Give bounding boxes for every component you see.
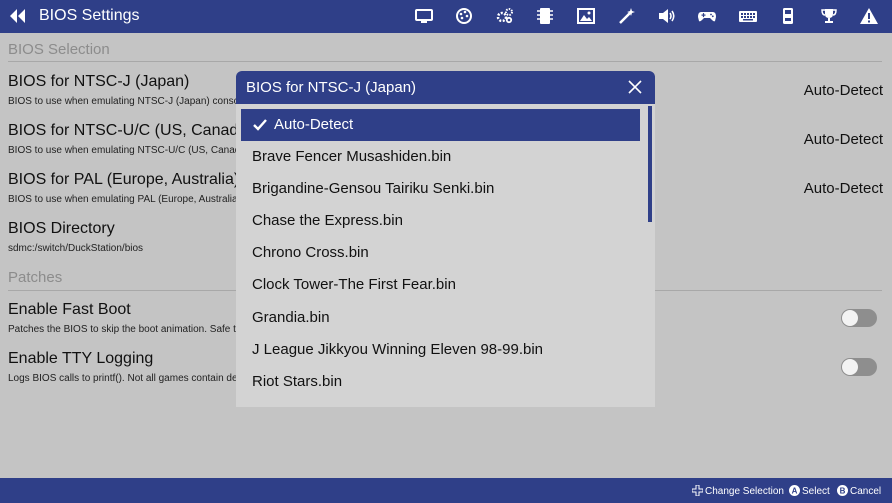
- setting-title: BIOS for PAL (Europe, Australia): [8, 171, 240, 188]
- option-item[interactable]: Chase the Express.bin: [241, 205, 640, 237]
- magic-wand-icon[interactable]: [617, 6, 637, 26]
- option-item[interactable]: Brigandine-Gensou Tairiku Senki.bin: [241, 173, 640, 205]
- section-header-bios-selection: BIOS Selection: [8, 41, 110, 58]
- option-item[interactable]: Brave Fencer Musashiden.bin: [241, 141, 640, 173]
- svg-text:A: A: [792, 486, 798, 495]
- hint-label: Change Selection: [705, 486, 784, 497]
- option-label: Chase the Express.bin: [252, 212, 403, 229]
- setting-title: BIOS Directory: [8, 220, 115, 237]
- section-divider: [8, 61, 882, 62]
- fast-boot-toggle[interactable]: [841, 309, 877, 327]
- setting-title: Enable Fast Boot: [8, 301, 131, 318]
- option-label: Chrono Cross.bin: [252, 244, 369, 261]
- gears-icon[interactable]: [495, 6, 515, 26]
- svg-text:B: B: [840, 486, 846, 495]
- chip-icon[interactable]: [535, 6, 555, 26]
- option-label: Brave Fencer Musashiden.bin: [252, 148, 452, 165]
- option-label: Brigandine-Gensou Tairiku Senki.bin: [252, 180, 495, 197]
- warning-icon[interactable]: [859, 6, 879, 26]
- footer-bar: Change Selection A Select B Cancel: [0, 478, 892, 503]
- trophy-icon[interactable]: [819, 6, 839, 26]
- section-header-patches: Patches: [8, 269, 63, 286]
- header-bar: BIOS Settings: [0, 0, 892, 33]
- hint-label: Cancel: [850, 486, 882, 497]
- keyboard-icon[interactable]: [738, 6, 758, 26]
- gamepad-icon[interactable]: [697, 6, 717, 26]
- option-label: Grandia.bin: [252, 309, 330, 326]
- setting-value: Auto-Detect: [803, 82, 883, 99]
- dialog-title: BIOS for NTSC-J (Japan): [246, 79, 417, 96]
- option-label: Clock Tower-The First Fear.bin: [252, 276, 456, 293]
- hint-label: Select: [802, 486, 830, 497]
- image-icon[interactable]: [576, 6, 596, 26]
- setting-value: Auto-Detect: [803, 131, 883, 148]
- speaker-icon[interactable]: [657, 6, 677, 26]
- hint-change-selection: Change Selection: [691, 484, 784, 497]
- setting-description: sdmc:/switch/DuckStation/bios: [8, 243, 144, 254]
- a-button-icon: A: [789, 485, 800, 496]
- option-item[interactable]: Auto-Detect: [241, 109, 640, 141]
- checkmark-icon: [253, 118, 267, 132]
- setting-title: Enable TTY Logging: [8, 350, 154, 367]
- toggle-knob: [842, 359, 858, 375]
- option-item[interactable]: J League Jikkyou Winning Eleven 98-99.bi…: [241, 334, 640, 366]
- option-label: Auto-Detect: [274, 116, 354, 133]
- option-item[interactable]: Chrono Cross.bin: [241, 237, 640, 269]
- toggle-knob: [842, 310, 858, 326]
- option-item[interactable]: Riot Stars.bin: [241, 366, 640, 398]
- setting-value: Auto-Detect: [803, 180, 883, 197]
- memory-card-icon[interactable]: [778, 6, 798, 26]
- option-list: Auto-Detect Brave Fencer Musashiden.bin …: [236, 104, 646, 407]
- setting-title: BIOS for NTSC-U/C (US, Canada): [8, 122, 253, 139]
- hint-cancel: B Cancel: [837, 485, 881, 497]
- tty-logging-toggle[interactable]: [841, 358, 877, 376]
- dpad-icon: [691, 484, 704, 497]
- close-icon[interactable]: [628, 80, 642, 94]
- option-label: Riot Stars.bin: [252, 373, 343, 390]
- option-item[interactable]: Clock Tower-The First Fear.bin: [241, 269, 640, 301]
- hint-select: A Select: [789, 485, 830, 497]
- option-label: J League Jikkyou Winning Eleven 98-99.bi…: [252, 341, 544, 358]
- category-toolbar: [0, 6, 892, 28]
- option-item[interactable]: Grandia.bin: [241, 302, 640, 334]
- b-button-icon: B: [837, 485, 848, 496]
- dialog-scrollbar[interactable]: [648, 106, 652, 222]
- bios-select-dialog: BIOS for NTSC-J (Japan) Auto-Detect Brav…: [236, 71, 655, 407]
- dialog-header: BIOS for NTSC-J (Japan): [236, 71, 655, 104]
- setting-description: BIOS to use when emulating NTSC-J (Japan…: [8, 96, 255, 107]
- display-icon[interactable]: [414, 6, 434, 26]
- palette-icon[interactable]: [454, 6, 474, 26]
- setting-title: BIOS for NTSC-J (Japan): [8, 73, 190, 90]
